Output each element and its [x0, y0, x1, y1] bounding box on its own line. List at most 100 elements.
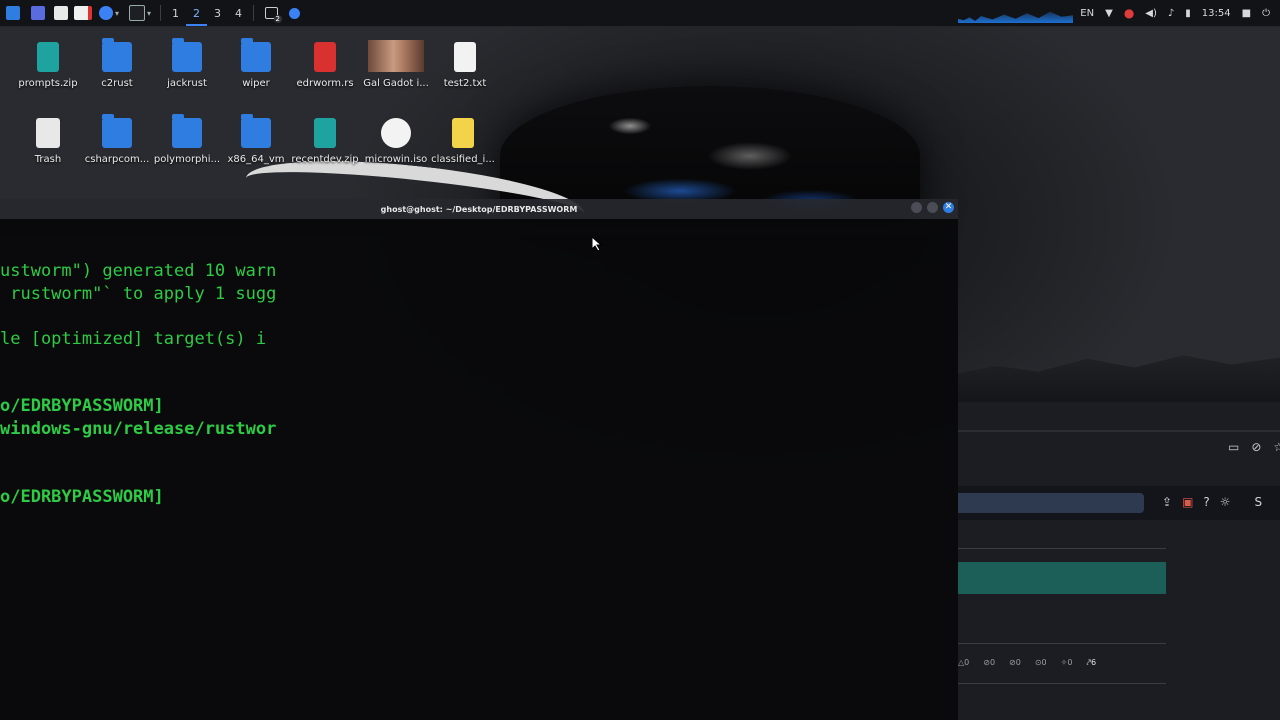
desktop-folder-polymorphi[interactable]: polymorphi... [152, 114, 222, 165]
help-icon[interactable]: ? [1203, 495, 1209, 509]
brightness-icon[interactable]: ☼ [1220, 495, 1231, 509]
desktop-icon-label: Gal Gadot i... [363, 78, 429, 89]
rust-file-icon [314, 42, 336, 72]
desktop-file-image[interactable]: Gal Gadot i... [361, 40, 431, 89]
document-icon [452, 118, 474, 148]
zip-file-icon [37, 42, 59, 72]
window-controls: ✕ [911, 202, 954, 213]
stat-errors: ⊘0 [983, 658, 996, 667]
trash-icon [36, 118, 60, 148]
app-divider [958, 430, 1280, 432]
system-tray: EN ▼ ● ◀) ♪ ▮ 13:54 ■ ⏻ [1080, 0, 1280, 26]
desktop-folder-c2rust[interactable]: c2rust [82, 38, 152, 89]
workspace-4[interactable]: 4 [228, 0, 249, 26]
desktop-icon-label: test2.txt [443, 78, 487, 89]
folder-icon [241, 38, 271, 72]
stat-warnings: △0 [958, 658, 970, 667]
editor-icon [74, 6, 92, 20]
comment-icon[interactable]: ▣ [1182, 495, 1193, 509]
terminal-launcher[interactable]: ▾ [124, 0, 156, 26]
stat-hints: ✧0 [1060, 658, 1073, 667]
image-thumbnail-icon [368, 40, 424, 72]
terminal-line: ustworm") generated 10 warn [0, 261, 277, 281]
folder-icon [241, 114, 271, 148]
notification-bell-icon[interactable]: ♪ [1168, 8, 1174, 19]
keyboard-layout-indicator[interactable]: EN [1080, 8, 1094, 19]
app-divider [958, 548, 1166, 549]
app-toolbar: ▭ ⊘ ☆ [1228, 440, 1280, 454]
workspace-2[interactable]: 2 [186, 0, 207, 26]
desktop-icon-label: prompts.zip [18, 78, 78, 89]
panel-separator [253, 5, 254, 21]
upload-icon[interactable]: ⇪ [1162, 495, 1172, 509]
terminal-line: rustworm"` to apply 1 sugg [0, 284, 277, 304]
desktop-file-recentdev-zip[interactable]: recentdev.zip [290, 118, 360, 165]
text-editor-launcher[interactable] [72, 0, 94, 26]
app-divider [958, 683, 1166, 684]
desktop-icon-label: recentdev.zip [291, 154, 359, 165]
window-list-button[interactable]: 2 [258, 0, 284, 26]
app-action-icons: ⇪ ▣ ? ☼ S [1162, 495, 1262, 509]
battery-icon[interactable]: ▮ [1185, 8, 1191, 19]
text-file-icon [454, 42, 476, 72]
panel-separator [160, 5, 161, 21]
desktop-icon-label: c2rust [101, 78, 133, 89]
desktop-folder-x86-64-vm[interactable]: x86_64_vm [221, 114, 291, 165]
close-button[interactable]: ✕ [943, 202, 954, 213]
desktop-trash[interactable]: Trash [13, 118, 83, 165]
desktop-icon-label: polymorphi... [153, 154, 221, 165]
desktop-folder-jackrust[interactable]: jackrust [152, 38, 222, 89]
stat-info: ⊙0 [1034, 658, 1047, 667]
zip-file-icon [314, 118, 336, 148]
app-highlight-bar [958, 562, 1166, 594]
hide-icon[interactable]: ⊘ [1251, 440, 1261, 454]
desktop-icon-label: Trash [34, 154, 62, 165]
desktop-icon-label: classified_i... [431, 154, 495, 165]
search-input[interactable] [958, 493, 1144, 513]
browser-launcher[interactable]: ▾ [94, 0, 124, 26]
show-desktop-button[interactable] [26, 0, 50, 26]
power-icon[interactable]: ⏻ [1262, 8, 1270, 19]
terminal-icon [128, 5, 145, 21]
terminal-prompt-path: o/EDRBYPASSWORM] [0, 487, 164, 507]
folder-icon [102, 38, 132, 72]
terminal-titlebar[interactable]: ghost@ghost: ~/Desktop/EDRBYPASSWORM ✕ [0, 199, 958, 219]
desktop-file-prompts-zip[interactable]: prompts.zip [13, 42, 83, 89]
folder-icon [54, 6, 68, 20]
mouse-cursor [592, 237, 602, 251]
workspace-3[interactable]: 3 [207, 0, 228, 26]
desktop-file-test2-txt[interactable]: test2.txt [430, 42, 500, 89]
stat-blocked: ⊘0 [1009, 658, 1021, 667]
browser-window-button[interactable] [284, 0, 304, 26]
folder-icon [172, 38, 202, 72]
cast-icon[interactable]: ▭ [1228, 440, 1239, 454]
lock-icon[interactable]: ■ [1242, 8, 1251, 19]
folder-icon [172, 114, 202, 148]
workspace-1[interactable]: 1 [165, 0, 186, 26]
app-menu-button[interactable] [0, 0, 26, 26]
folder-icon [102, 114, 132, 148]
terminal-output[interactable]: ustworm") generated 10 warn rustworm"` t… [0, 219, 958, 720]
terminal-prompt-path: o/EDRBYPASSWORM] [0, 396, 164, 416]
desktop-folder-csharpcom[interactable]: csharpcom... [82, 114, 152, 165]
chevron-down-icon: ▾ [146, 8, 151, 18]
desktop-folder-wiper[interactable]: wiper [221, 38, 291, 89]
desktop-file-classified[interactable]: classified_i... [428, 118, 498, 165]
minimize-button[interactable] [911, 202, 922, 213]
desktop-icon-label: jackrust [167, 78, 207, 89]
star-icon[interactable]: ☆ [1273, 440, 1280, 454]
stat-forks: ⤤6 [1086, 658, 1097, 667]
chevron-down-icon: ▾ [114, 8, 119, 18]
disc-image-icon [381, 118, 411, 148]
clock[interactable]: 13:54 [1202, 8, 1231, 19]
desktop-file-microwin-iso[interactable]: microwin.iso [361, 118, 431, 165]
desktop-icon-label: x86_64_vm [227, 154, 285, 165]
desktop-file-edrworm-rs[interactable]: edrworm.rs [290, 42, 360, 89]
microphone-icon[interactable]: ● [1124, 6, 1134, 20]
volume-icon[interactable]: ◀) [1145, 8, 1157, 19]
app-label-s[interactable]: S [1255, 495, 1263, 509]
wifi-icon[interactable]: ▼ [1105, 8, 1113, 19]
app-stats-row: △0 ⊘0 ⊘0 ⊙0 ✧0 ⤤6 [958, 658, 1096, 668]
file-manager-launcher[interactable] [50, 0, 72, 26]
maximize-button[interactable] [927, 202, 938, 213]
